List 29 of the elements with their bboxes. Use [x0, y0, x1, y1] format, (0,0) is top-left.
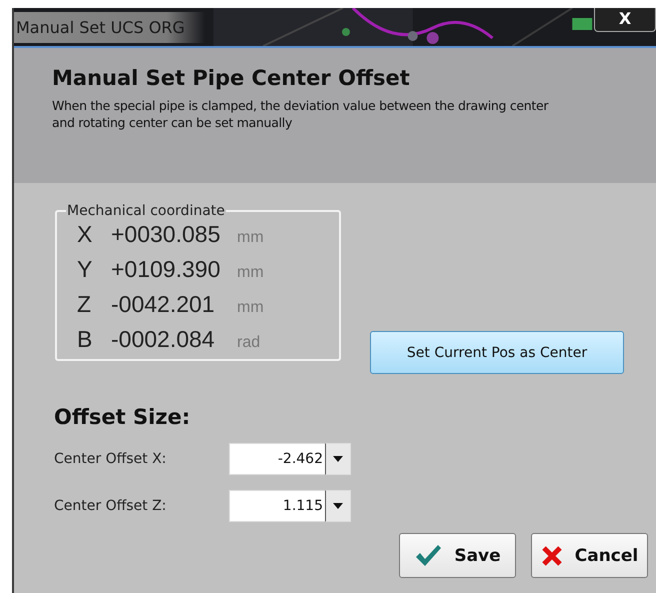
field-label: Center Offset Z:	[54, 498, 168, 514]
dialog-description: When the special pipe is clamped, the deviation value between the drawing center and rotating center can be set manually	[52, 97, 550, 131]
axis-label: B	[77, 326, 94, 353]
set-center-button[interactable]: Set Current Pos as Center	[370, 331, 624, 374]
checkmark-icon	[414, 544, 442, 568]
coordinate-value: +0030.085	[111, 221, 222, 248]
section-heading: Offset Size:	[54, 405, 192, 429]
dialog-heading: Manual Set Pipe Center Offset	[52, 66, 411, 90]
coordinate-value: -0042.201	[111, 291, 216, 318]
field-label: Center Offset X:	[54, 450, 168, 466]
coordinate-value: +0109.390	[111, 256, 222, 283]
axis-label: Z	[77, 291, 92, 318]
unit-label: mm	[237, 299, 264, 317]
axis-label: X	[77, 221, 94, 248]
unit-label: mm	[237, 229, 264, 247]
axis-label: Y	[77, 256, 94, 283]
save-button[interactable]: Save	[399, 533, 516, 578]
unit-label: mm	[237, 264, 264, 282]
coordinate-value: -0002.084	[111, 326, 216, 353]
dropdown-arrow-icon[interactable]	[333, 456, 343, 462]
group-label: Mechanical coordinate	[66, 203, 226, 219]
cross-icon	[540, 544, 563, 566]
offset-input-field[interactable]: 1.115	[229, 490, 325, 522]
offset-input-field[interactable]: -2.462	[229, 442, 325, 474]
window-title: Manual Set UCS ORG	[14, 12, 205, 42]
unit-label: rad	[237, 334, 260, 352]
close-button[interactable]: X	[594, 8, 656, 32]
cancel-button[interactable]: Cancel	[531, 533, 648, 578]
dropdown-arrow-icon[interactable]	[333, 502, 343, 508]
